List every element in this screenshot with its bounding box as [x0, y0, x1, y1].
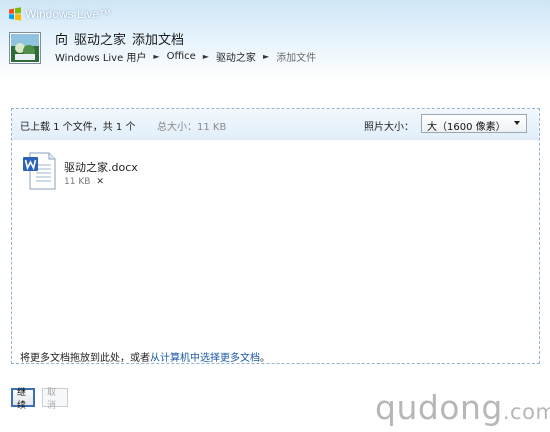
breadcrumb-user[interactable]: Windows Live 用户 [55, 49, 146, 64]
uploaded-count: 已上载 1 个文件，共 1 个 [20, 122, 136, 133]
total-size: 总大小：11 KB [157, 122, 227, 133]
remove-file-icon[interactable]: ✕ [96, 177, 104, 187]
watermark-main: qudong [375, 388, 503, 427]
watermark-suffix: .com [502, 400, 550, 424]
file-name: 驱动之家.docx [64, 161, 138, 174]
avatar[interactable] [9, 32, 41, 64]
breadcrumb-office[interactable]: Office [167, 51, 196, 62]
chevron-right-icon: ► [202, 52, 209, 61]
avatar-image [11, 34, 39, 62]
brand[interactable]: Windows Live™ [8, 5, 111, 23]
drop-hint-end: 。 [260, 353, 270, 364]
photo-size-select[interactable]: 大（1600 像素） [421, 114, 527, 133]
continue-button[interactable]: 继续 [11, 388, 35, 411]
drop-hint-text: 将更多文档拖放到此处，或者 [20, 353, 150, 364]
chevron-right-icon: ► [262, 52, 270, 61]
upload-drop-zone[interactable]: 已上载 1 个文件，共 1 个 总大小：11 KB 照片大小： 大（1600 像… [11, 108, 540, 364]
upload-summary-bar: 已上载 1 个文件，共 1 个 总大小：11 KB 照片大小： 大（1600 像… [12, 109, 539, 140]
word-document-icon [23, 152, 56, 190]
choose-more-documents-link[interactable]: 从计算机中选择更多文档 [150, 353, 260, 364]
file-size-row: 11 KB ✕ [64, 177, 104, 187]
windows-flag-icon [9, 7, 21, 21]
dropdown-arrow-icon [514, 121, 520, 125]
watermark: qudong.com [375, 388, 550, 427]
breadcrumb-folder[interactable]: 驱动之家 [216, 49, 256, 64]
photo-size-label: 照片大小： [364, 122, 414, 133]
breadcrumb: Windows Live 用户 ► Office ► 驱动之家 ► 添加文件 [55, 49, 316, 64]
breadcrumb-current: 添加文件 [276, 53, 317, 64]
file-size: 11 KB [64, 177, 91, 187]
title-folder: 驱动之家 [74, 33, 127, 48]
title-prefix: 向 [55, 33, 69, 48]
cancel-button[interactable]: 取消 [42, 388, 68, 411]
drop-hint: 将更多文档拖放到此处，或者从计算机中选择更多文档。 [20, 349, 270, 364]
title-action: 添加文档 [132, 33, 185, 48]
photo-size-value: 大（1600 像素） [427, 122, 506, 133]
page-title: 向驱动之家 添加文档 [55, 29, 190, 48]
brand-name: Windows Live™ [25, 7, 112, 21]
chevron-right-icon: ► [153, 52, 160, 61]
